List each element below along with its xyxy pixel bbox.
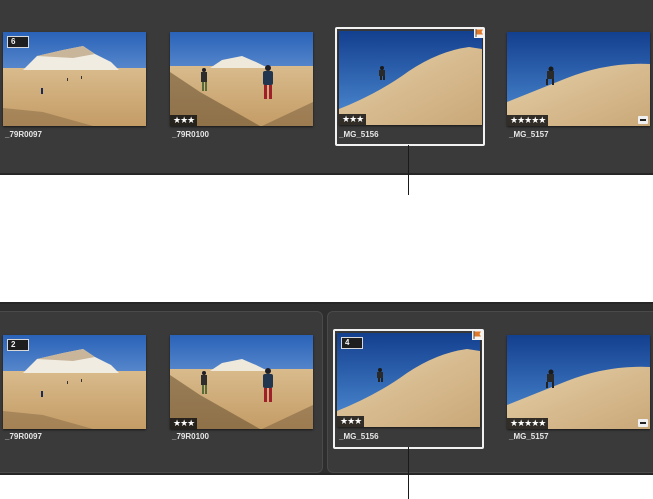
dune-climber-image bbox=[339, 31, 482, 125]
flag-icon[interactable] bbox=[472, 330, 482, 340]
filmstrip-bottom: 2 _79R0097 ★★★ _79R0100 4 ★★★ _MG_5156 ★… bbox=[0, 302, 653, 475]
photo-caption: _MG_5157 bbox=[509, 432, 549, 441]
photo-caption: _MG_5157 bbox=[509, 130, 549, 139]
photo-caption: _79R0100 bbox=[172, 130, 209, 139]
desert-hikers-image bbox=[170, 335, 313, 429]
photo-caption: _79R0097 bbox=[5, 432, 42, 441]
star-rating-badge: ★★★ bbox=[170, 418, 198, 429]
photo-thumbnail[interactable]: ★★★ bbox=[170, 32, 313, 126]
dune-climber-image bbox=[507, 32, 650, 126]
photo-thumbnail-selected[interactable]: 4 ★★★ bbox=[337, 333, 480, 427]
stack-count-badge: 4 bbox=[341, 337, 363, 349]
photo-caption: _79R0097 bbox=[5, 130, 42, 139]
photo-thumbnail[interactable]: ★★★ bbox=[170, 335, 313, 429]
stack-count-badge: 2 bbox=[7, 339, 29, 351]
star-rating-badge: ★★★★★ bbox=[507, 418, 549, 429]
photo-thumbnail[interactable]: 6 bbox=[3, 32, 146, 126]
star-rating-badge: ★★★ bbox=[339, 114, 367, 125]
callout-line bbox=[408, 447, 409, 499]
photo-thumbnail[interactable]: ★★★★★ bbox=[507, 32, 650, 126]
stack-count-badge: 6 bbox=[7, 36, 29, 48]
flag-icon[interactable] bbox=[474, 28, 484, 38]
photo-thumbnail[interactable]: 2 bbox=[3, 335, 146, 429]
photo-caption: _79R0100 bbox=[172, 432, 209, 441]
adjustments-icon bbox=[638, 419, 648, 427]
photo-caption: _MG_5156 bbox=[339, 432, 379, 441]
callout-line bbox=[408, 145, 409, 195]
star-rating-badge: ★★★★★ bbox=[507, 115, 549, 126]
adjustments-icon bbox=[638, 116, 648, 124]
photo-thumbnail[interactable]: ★★★★★ bbox=[507, 335, 650, 429]
filmstrip-top: 6 _79R0097 ★★★ _79R0100 ★★★ _MG_5156 ★★★… bbox=[0, 0, 653, 175]
star-rating-badge: ★★★ bbox=[170, 115, 198, 126]
star-rating-badge: ★★★ bbox=[337, 416, 365, 427]
photo-thumbnail-selected[interactable]: ★★★ bbox=[339, 31, 482, 125]
photo-caption: _MG_5156 bbox=[339, 130, 379, 139]
dune-climber-image bbox=[507, 335, 650, 429]
desert-hikers-image bbox=[170, 32, 313, 126]
